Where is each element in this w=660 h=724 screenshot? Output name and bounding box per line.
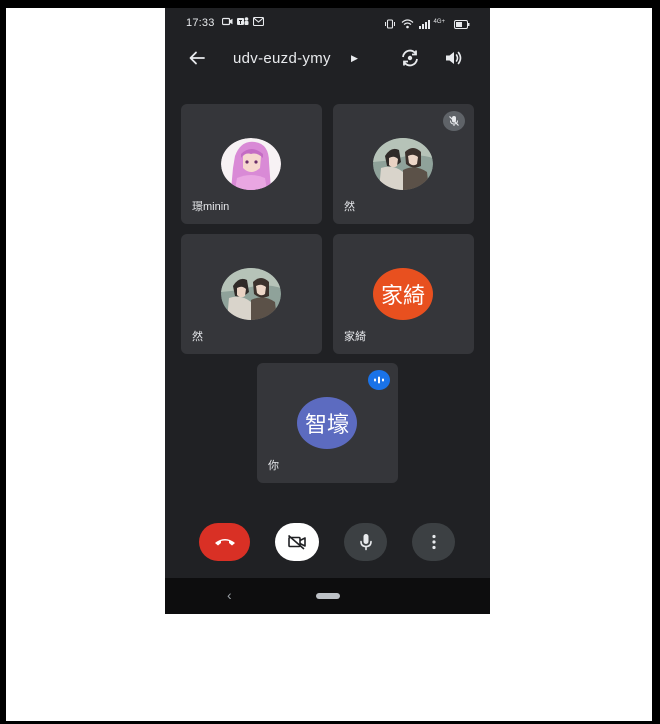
participant-tile[interactable]: 然 [333, 104, 474, 224]
nav-back-icon[interactable]: ‹ [227, 587, 232, 603]
system-nav-bar: ‹ [165, 578, 490, 614]
status-bar: 17:33 4G+ [165, 8, 490, 38]
back-button[interactable] [187, 48, 207, 68]
end-call-button[interactable] [199, 523, 250, 561]
avatar [221, 268, 281, 320]
microphone-button[interactable] [344, 523, 387, 561]
camera-off-icon [287, 534, 306, 550]
anime-pair-photo [221, 268, 281, 320]
wifi-icon [401, 16, 414, 34]
back-arrow-icon [189, 51, 205, 65]
participant-tile[interactable]: 家綺 家綺 [333, 234, 474, 354]
participant-name: 然 [192, 331, 203, 343]
system-icons: 4G+ [384, 16, 470, 34]
switch-camera-icon [402, 49, 418, 67]
vibrate-icon [384, 16, 396, 34]
more-options-button[interactable] [412, 523, 455, 561]
camera-toggle-button[interactable] [275, 523, 319, 561]
anime-girl-photo [221, 138, 281, 190]
anime-pair-photo [373, 138, 433, 190]
speaker-button[interactable] [443, 48, 465, 68]
teams-icon [237, 16, 249, 26]
more-options-icon [431, 534, 436, 550]
microphone-icon [359, 534, 372, 551]
end-call-icon [214, 539, 235, 546]
call-controls [165, 513, 490, 573]
speaker-icon [446, 51, 462, 65]
meeting-code[interactable]: udv-euzd-ymy [233, 50, 331, 67]
mic-off-icon [449, 116, 459, 126]
audio-level-icon [374, 376, 384, 384]
speaking-indicator [368, 370, 390, 390]
participant-name: 家綺 [344, 331, 366, 343]
battery-icon [454, 16, 470, 34]
avatar: 智壕 [297, 397, 357, 449]
participant-tile-self[interactable]: 智壕 你 [257, 363, 398, 483]
participant-name: 璟minin [192, 201, 230, 213]
muted-badge [443, 111, 465, 131]
avatar [373, 138, 433, 190]
network-label: 4G+ [433, 19, 445, 25]
participant-tile[interactable]: 然 [181, 234, 322, 354]
home-pill-icon[interactable] [316, 593, 340, 599]
participant-name: 然 [344, 201, 355, 213]
avatar: 家綺 [373, 268, 433, 320]
chevron-right-icon[interactable]: ▶ [351, 53, 358, 64]
signal-icon [419, 16, 432, 34]
participant-tile[interactable]: 璟minin [181, 104, 322, 224]
notification-icons [222, 16, 264, 26]
gmail-icon [253, 16, 264, 26]
meeting-top-bar: udv-euzd-ymy ▶ [165, 44, 490, 72]
participant-name: 你 [268, 460, 279, 472]
status-time: 17:33 [186, 17, 215, 29]
phone-screen: 17:33 4G+ udv-euzd-ymy ▶ 璟minin 然 然 家綺 家… [165, 8, 490, 614]
video-icon [222, 17, 233, 26]
avatar [221, 138, 281, 190]
switch-camera-button[interactable] [399, 48, 421, 68]
